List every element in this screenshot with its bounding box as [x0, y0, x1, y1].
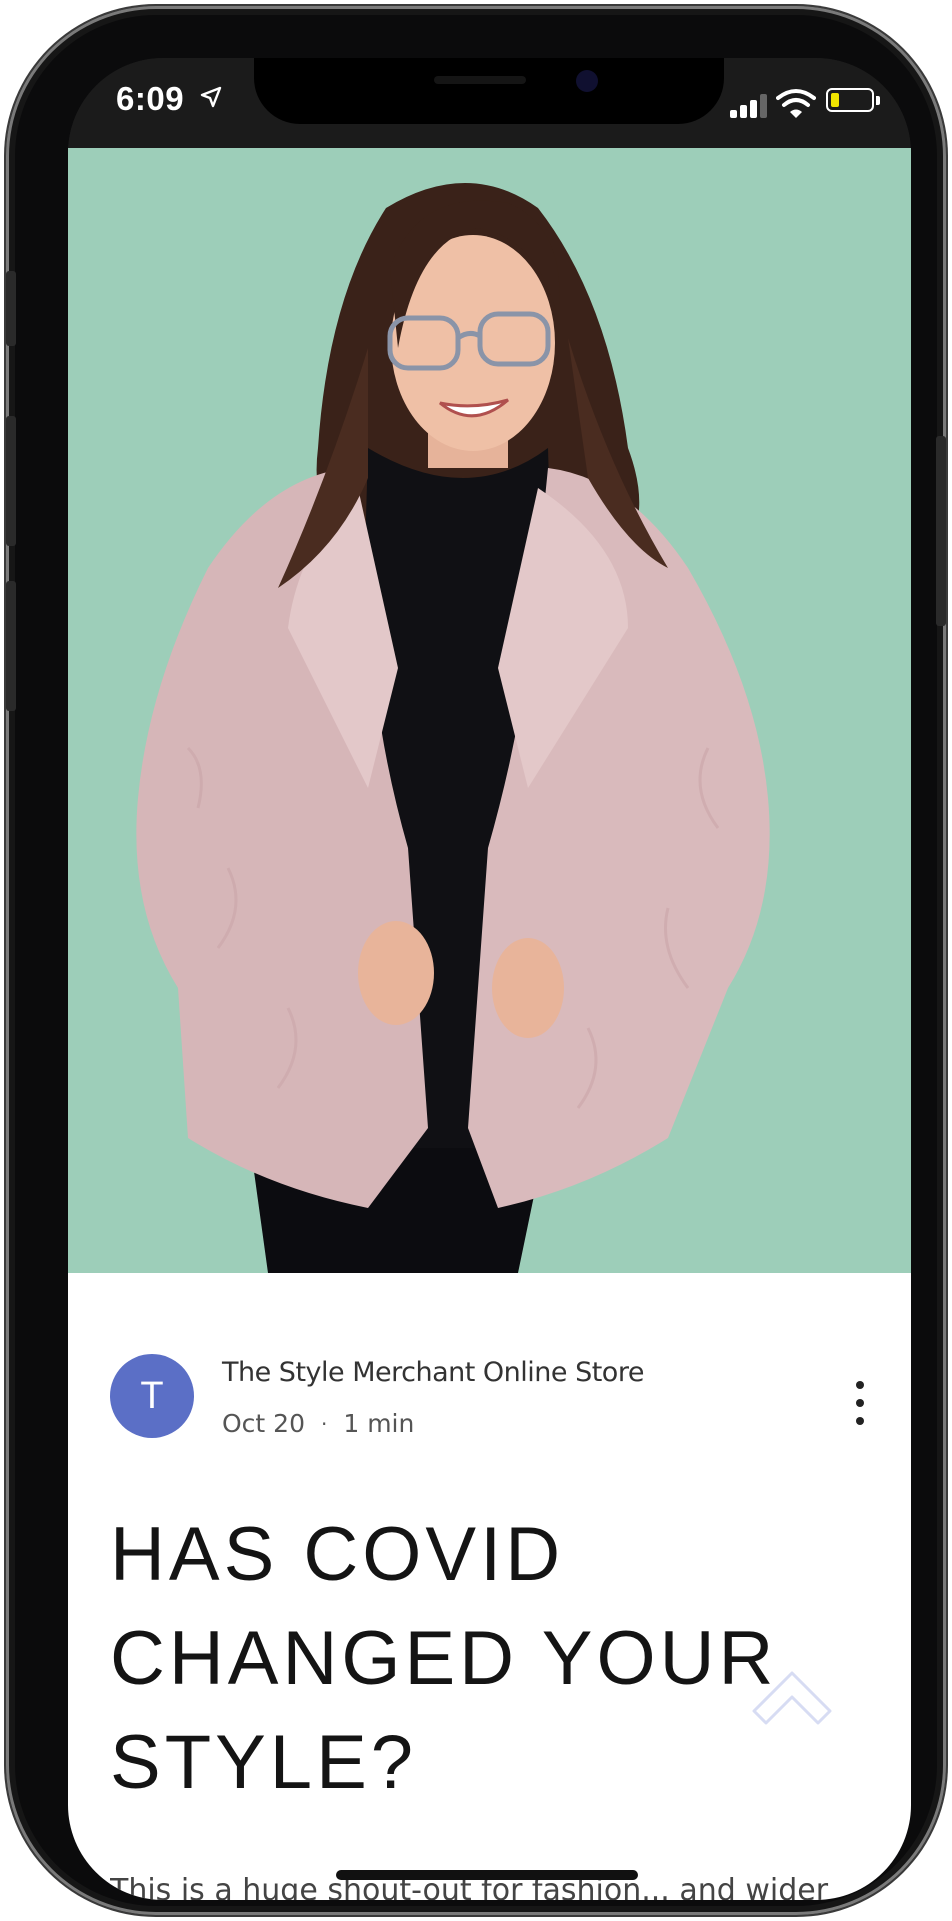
volume-up-button — [6, 416, 16, 546]
post-date: Oct 20 — [222, 1409, 305, 1438]
cellular-signal-icon — [730, 94, 774, 118]
volume-down-button — [6, 581, 16, 711]
more-vertical-icon[interactable] — [850, 1381, 870, 1425]
notch — [254, 58, 724, 124]
phone-frame: 6:09 T The Style Merchant Online Store O… — [6, 6, 946, 1915]
status-bar: 6:09 — [68, 58, 911, 148]
location-arrow-icon — [200, 86, 222, 108]
silent-switch — [6, 271, 16, 346]
author-avatar[interactable]: T — [110, 1354, 194, 1438]
wifi-icon — [776, 89, 816, 118]
battery-icon — [826, 88, 874, 112]
battery-level — [831, 93, 839, 107]
post-meta: Oct 20 · 1 min — [222, 1409, 414, 1438]
post-title-line: HAS COVID — [110, 1512, 565, 1597]
hero-photo — [68, 148, 911, 1273]
power-button — [936, 436, 946, 626]
read-time: 1 min — [343, 1409, 415, 1438]
hero-image[interactable] — [68, 148, 911, 1273]
status-time: 6:09 — [116, 80, 185, 117]
front-camera — [576, 70, 598, 92]
meta-separator: · — [320, 1411, 328, 1436]
speaker-grille — [434, 76, 526, 84]
phone-screen: 6:09 T The Style Merchant Online Store O… — [68, 58, 911, 1900]
scroll-to-top-icon[interactable] — [744, 1651, 840, 1747]
author-name[interactable]: The Style Merchant Online Store — [222, 1357, 644, 1388]
battery-tip — [876, 96, 880, 105]
post-card[interactable]: T The Style Merchant Online Store Oct 20… — [68, 1273, 911, 1900]
home-indicator[interactable] — [336, 1870, 638, 1880]
